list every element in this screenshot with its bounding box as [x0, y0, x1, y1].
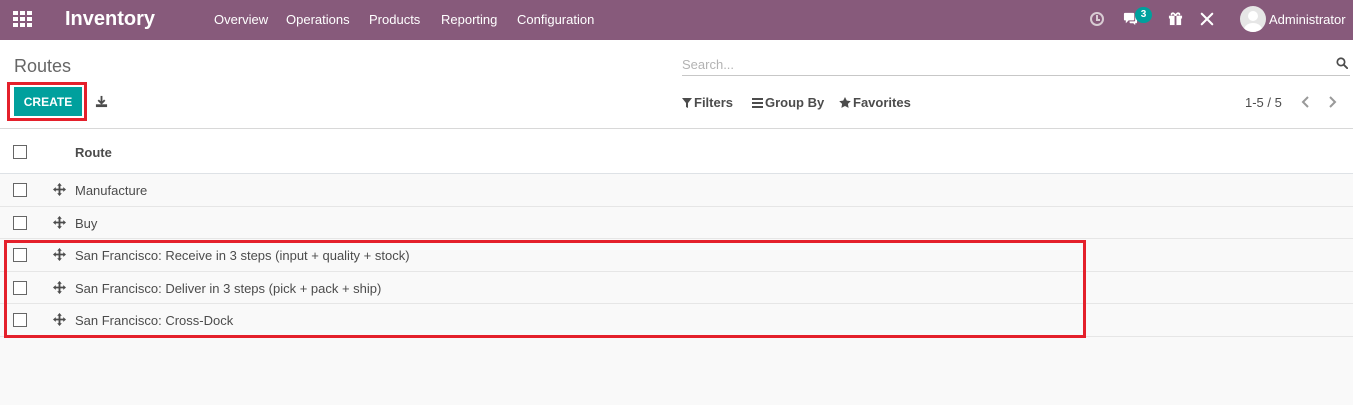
route-name: Buy	[75, 215, 98, 231]
group-by-button[interactable]: Group By	[752, 95, 824, 110]
row-checkbox[interactable]	[13, 313, 27, 327]
search-bar	[682, 54, 1350, 76]
search-input[interactable]	[682, 54, 1322, 74]
route-name: San Francisco: Deliver in 3 steps (pick …	[75, 280, 382, 296]
filter-icon	[682, 98, 692, 108]
row-checkbox[interactable]	[13, 183, 27, 197]
table-row[interactable]: San Francisco: Deliver in 3 steps (pick …	[0, 271, 1353, 304]
gift-icon[interactable]	[1168, 11, 1183, 26]
user-avatar[interactable]	[1240, 6, 1266, 32]
control-panel: Routes CREATE Filters Group By Favorites…	[0, 40, 1353, 129]
list-header: Route	[0, 129, 1353, 174]
menu-products[interactable]: Products	[369, 12, 420, 27]
favorites-button[interactable]: Favorites	[839, 95, 911, 110]
star-icon	[839, 97, 851, 108]
table-row[interactable]: San Francisco: Cross-Dock	[0, 304, 1353, 337]
filters-label: Filters	[694, 95, 734, 110]
menu-configuration[interactable]: Configuration	[517, 12, 594, 27]
activity-clock-icon[interactable]	[1090, 12, 1104, 26]
top-navbar: Inventory Overview Operations Products R…	[0, 0, 1353, 40]
create-button[interactable]: CREATE	[14, 87, 82, 116]
table-row[interactable]: Manufacture	[0, 174, 1353, 207]
user-name[interactable]: Administrator	[1269, 12, 1346, 27]
group-by-label: Group By	[765, 95, 825, 110]
apps-menu-icon[interactable]	[13, 11, 32, 27]
row-checkbox[interactable]	[13, 248, 27, 262]
drag-handle-icon[interactable]	[53, 313, 66, 326]
row-checkbox[interactable]	[13, 215, 27, 230]
chevron-left-icon[interactable]	[1300, 95, 1310, 109]
select-all-checkbox[interactable]	[13, 145, 27, 159]
app-title[interactable]: Inventory	[65, 8, 155, 31]
routes-list: Route Manufacture Buy San Francisco: Rec…	[0, 129, 1353, 337]
pager-value[interactable]: 1-5 / 5	[1245, 95, 1282, 110]
table-row[interactable]: Buy	[0, 206, 1353, 239]
debug-tools-icon[interactable]	[1200, 12, 1214, 26]
filters-button[interactable]: Filters	[682, 95, 733, 110]
route-name: Manufacture	[75, 183, 148, 198]
drag-handle-icon[interactable]	[53, 215, 66, 229]
messages-count-badge: 3	[1135, 7, 1152, 23]
download-icon[interactable]	[95, 95, 108, 108]
route-name: San Francisco: Receive in 3 steps (input…	[75, 248, 410, 263]
row-checkbox[interactable]	[13, 280, 27, 295]
menu-reporting[interactable]: Reporting	[441, 12, 497, 27]
drag-handle-icon[interactable]	[53, 280, 66, 294]
list-bars-icon	[752, 98, 763, 108]
table-row[interactable]: San Francisco: Receive in 3 steps (input…	[0, 239, 1353, 272]
menu-operations[interactable]: Operations	[286, 12, 350, 27]
chevron-right-icon[interactable]	[1328, 95, 1338, 109]
route-name: San Francisco: Cross-Dock	[75, 313, 234, 328]
breadcrumb: Routes	[14, 56, 72, 76]
drag-handle-icon[interactable]	[53, 248, 66, 261]
drag-handle-icon[interactable]	[53, 183, 66, 196]
search-icon[interactable]	[1336, 57, 1348, 69]
column-header-route[interactable]: Route	[75, 145, 112, 160]
favorites-label: Favorites	[853, 95, 911, 110]
menu-overview[interactable]: Overview	[214, 12, 268, 27]
